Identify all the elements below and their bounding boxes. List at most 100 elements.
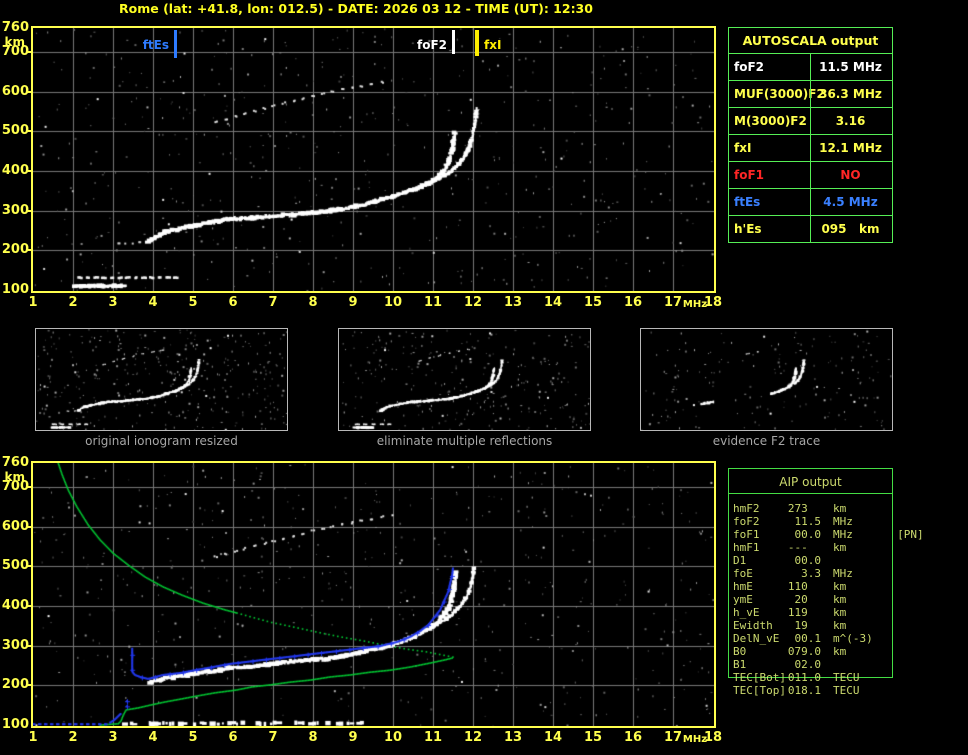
top-plot-x-tick-label: 14 (543, 295, 563, 310)
top-plot-y-tick-label: 400 (1, 162, 29, 178)
autoscala-row-foF1: foF1 NO (729, 161, 892, 188)
aip-label: TEC[Bot] (733, 671, 786, 684)
aip-note (897, 580, 958, 593)
aip-row-DelN_vE: DelN_vE 00.1 m^(-3) (728, 632, 958, 645)
autoscala-param-value: 11.5 MHz (810, 54, 890, 80)
aip-label: hmE (733, 580, 753, 593)
autoscala-row-ftEs: ftEs 4.5 MHz (729, 188, 892, 215)
bottom-plot-y-tick-label: 400 (1, 597, 29, 613)
aip-note (897, 541, 958, 554)
aip-note (904, 684, 958, 697)
top-plot-x-tick-label: 3 (108, 295, 118, 310)
bottom-plot-y-tick-mark (27, 525, 31, 528)
top-plot-x-tick-label: 4 (148, 295, 158, 310)
aip-value: 00.0 (787, 528, 821, 541)
bottom-plot-y-tick-label: 300 (1, 637, 29, 653)
aip-note (897, 606, 958, 619)
aip-label: D1 (733, 554, 747, 567)
aip-value: --- (787, 541, 821, 554)
aip-row-ymE: ymE 20 km (728, 593, 958, 606)
marker-line-fxI (475, 30, 479, 56)
autoscala-row-fxI: fxI 12.1 MHz (729, 134, 892, 161)
aip-row-hmF2: hmF2 273 km (728, 502, 958, 515)
marker-label-foF2: foF2 (416, 38, 447, 52)
aip-label: Ewidth (733, 619, 773, 632)
bottom-plot-y-tick-label: 200 (1, 677, 29, 693)
top-plot-y-tick-label: 600 (1, 83, 29, 99)
thumbnail-eliminate-canvas (339, 329, 590, 430)
marker-line-foF2 (452, 30, 455, 54)
autoscala-screen: Rome (lat: +41.8, lon: 012.5) - DATE: 20… (0, 0, 968, 755)
bottom-plot-y-tick-mark (27, 684, 31, 687)
aip-note (900, 515, 958, 528)
bottom-plot-x-tick-label: 1 (28, 730, 38, 745)
autoscala-param-label: foF1 (734, 168, 765, 182)
aip-label: DelN_vE (733, 632, 780, 645)
bottom-plot-y-tick-label: 700 (1, 478, 29, 494)
top-plot-x-tick-label: 11 (423, 295, 443, 310)
autoscala-param-label: M(3000)F2 (734, 114, 807, 128)
aip-unit (821, 554, 891, 567)
top-plot-y-tick-label: 760 (1, 20, 29, 35)
bottom-plot-y-tick-label: 600 (1, 518, 29, 534)
bottom-plot-y-tick-mark (27, 565, 31, 568)
aip-unit: km (833, 502, 847, 515)
autoscala-param-label: fxI (734, 141, 752, 155)
bottom-plot-x-tick-label: 7 (268, 730, 278, 745)
top-plot-x-tick-label: 16 (623, 295, 643, 310)
autoscala-param-value: 12.1 MHz (810, 135, 890, 161)
aip-value: 119 (787, 606, 821, 619)
page-title: Rome (lat: +41.8, lon: 012.5) - DATE: 20… (119, 1, 593, 16)
aip-row-TEC[Top]: TEC[Top] 018.1 TECU (728, 684, 958, 697)
bottom-plot-x-axis-unit: MHz (682, 734, 708, 745)
aip-row-B1: B1 02.0 (728, 658, 958, 671)
bottom-plot-x-tick-label: 16 (623, 730, 643, 745)
bottom-plot-x-tick-label: 4 (148, 730, 158, 745)
autoscala-output-table: AUTOSCALA output foF2 11.5 MHz MUF(3000)F2… (728, 27, 893, 243)
bottom-plot-y-tick-label: 500 (1, 558, 29, 574)
autoscala-param-value: 36.3 MHz (810, 81, 890, 107)
thumbnail-eliminate-reflections (338, 328, 591, 431)
aip-unit: MHz (833, 528, 853, 541)
bottom-plot-x-tick-label: 3 (108, 730, 118, 745)
top-plot-y-tick-mark (27, 130, 31, 133)
top-plot-y-tick-label: 700 (1, 43, 29, 59)
bottom-plot-x-tick-label: 14 (543, 730, 563, 745)
top-plot-y-tick-mark (27, 209, 31, 212)
aip-label: B1 (733, 658, 747, 671)
autoscala-param-label: h'Es (734, 222, 762, 236)
bottom-plot-y-tick-mark (27, 644, 31, 647)
bottom-plot-x-tick-label: 13 (503, 730, 523, 745)
bottom-plot-y-tick-mark (27, 604, 31, 607)
aip-value: 00.0 (787, 554, 821, 567)
bottom-plot-x-tick-label: 6 (228, 730, 238, 745)
bottom-plot-x-tick-label: 15 (583, 730, 603, 745)
aip-unit: km (833, 606, 847, 619)
aip-table-rows: hmF2 273 km foF2 11.5 MHz foF1 00.0 MHz [PN] hm… (728, 502, 958, 697)
top-ionogram-canvas (33, 28, 714, 291)
aip-note (900, 567, 958, 580)
bottom-plot-x-tick-label: 5 (188, 730, 198, 745)
aip-label: ymE (733, 593, 753, 606)
aip-value: 00.1 (787, 632, 821, 645)
aip-note (891, 554, 959, 567)
aip-row-B0: B0 079.0 km (728, 645, 958, 658)
autoscala-param-value: 095 km (810, 216, 890, 242)
top-plot-x-tick-label: 6 (228, 295, 238, 310)
thumbnail-evidence-canvas (641, 329, 892, 430)
aip-note: [PN] (897, 528, 924, 541)
autoscala-table-header: AUTOSCALA output (742, 33, 879, 48)
aip-unit: km (833, 619, 847, 632)
aip-note (897, 619, 958, 632)
aip-row-h_vE: h_vE 119 km (728, 606, 958, 619)
aip-label: hmF2 (733, 502, 760, 515)
caption-original-ionogram: original ionogram resized (85, 434, 238, 448)
caption-eliminate-reflections: eliminate multiple reflections (376, 434, 553, 448)
thumbnail-original-ionogram (35, 328, 288, 431)
top-plot-y-tick-mark (27, 169, 31, 172)
aip-value: 11.5 (787, 515, 821, 528)
bottom-plot-x-tick-label: 9 (348, 730, 358, 745)
aip-label: hmF1 (733, 541, 760, 554)
autoscala-row-foF2: foF2 11.5 MHz (729, 53, 892, 80)
bottom-profile-canvas (33, 463, 714, 726)
